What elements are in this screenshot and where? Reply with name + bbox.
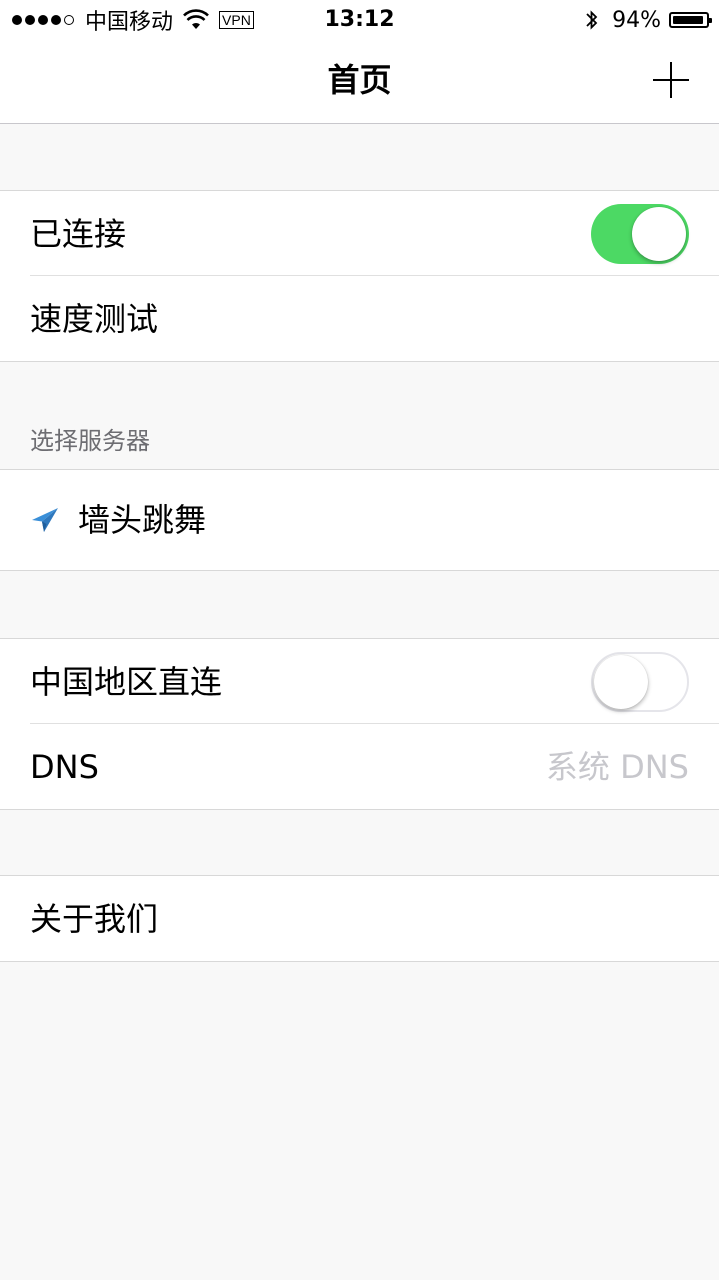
paper-plane-icon — [32, 508, 58, 532]
connected-toggle[interactable] — [591, 203, 689, 264]
connection-group: 已连接 速度测试 — [0, 190, 719, 362]
connected-row: 已连接 — [0, 191, 719, 276]
dns-label: DNS — [30, 747, 99, 786]
battery-fill — [673, 16, 704, 24]
dns-value: 系统 DNS — [545, 747, 689, 786]
server-section-header: 选择服务器 — [30, 427, 150, 455]
dns-row[interactable]: DNS 系统 DNS — [0, 723, 719, 809]
china-direct-toggle[interactable] — [591, 651, 689, 712]
connected-label: 已连接 — [30, 214, 127, 253]
china-direct-label: 中国地区直连 — [30, 662, 223, 701]
bluetooth-icon — [586, 10, 598, 30]
battery-icon — [669, 12, 712, 28]
about-group: 关于我们 — [0, 875, 719, 962]
status-right: 94% — [584, 6, 712, 34]
toggle-knob — [594, 654, 648, 709]
china-direct-row: 中国地区直连 — [0, 639, 719, 724]
page-title: 首页 — [327, 61, 392, 99]
server-group: 墙头跳舞 — [0, 469, 719, 571]
add-icon[interactable] — [653, 62, 689, 98]
server-name: 墙头跳舞 — [78, 501, 207, 539]
navigation-bar: 首页 — [0, 40, 719, 124]
about-row[interactable]: 关于我们 — [0, 876, 719, 961]
status-bar: 中国移动 VPN 13:12 94% — [0, 0, 719, 40]
server-row[interactable]: 墙头跳舞 — [0, 470, 719, 570]
routing-group: 中国地区直连 DNS 系统 DNS — [0, 638, 719, 810]
speed-test-row[interactable]: 速度测试 — [0, 275, 719, 361]
speed-test-label: 速度测试 — [30, 299, 159, 338]
battery-percent: 94% — [612, 7, 661, 33]
about-label: 关于我们 — [30, 899, 159, 938]
toggle-knob — [632, 206, 686, 261]
